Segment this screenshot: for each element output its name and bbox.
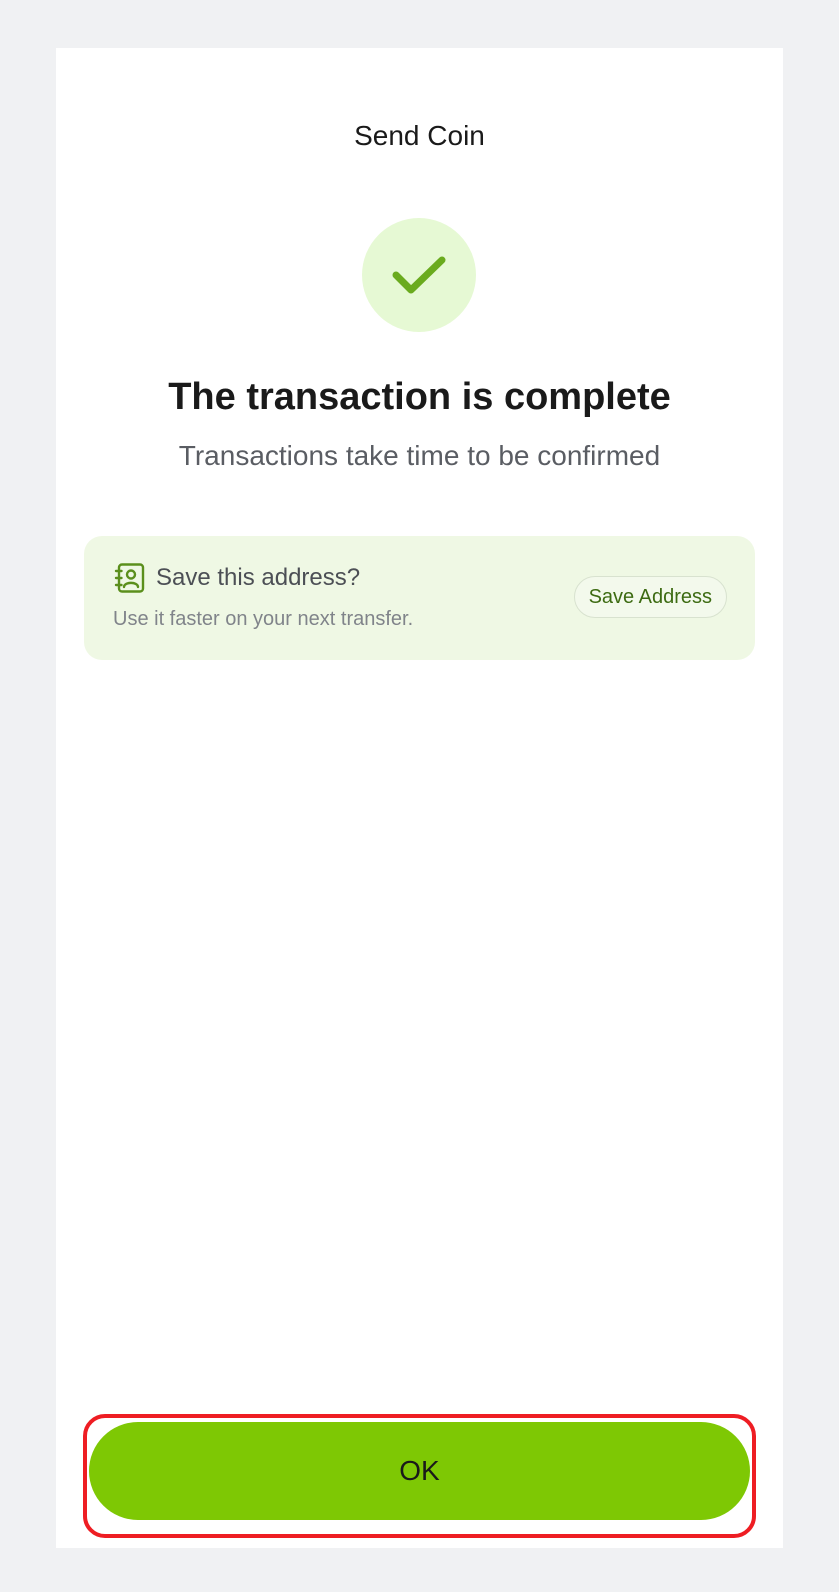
address-book-icon xyxy=(114,562,146,594)
save-address-button[interactable]: Save Address xyxy=(573,576,727,618)
status-subheading: Transactions take time to be confirmed xyxy=(178,440,661,471)
page-title: Send Coin xyxy=(354,120,485,151)
status-heading: The transaction is complete xyxy=(168,376,671,418)
save-address-card: Save this address? Use it faster on your… xyxy=(84,536,755,660)
checkmark-icon xyxy=(392,256,446,294)
send-coin-screen: Send Coin The transaction is complete Tr… xyxy=(56,48,783,1548)
success-badge xyxy=(362,218,476,332)
save-address-description: Use it faster on your next transfer. xyxy=(113,608,414,630)
ok-button[interactable]: OK xyxy=(89,1422,750,1520)
save-address-card-header: Save this address? xyxy=(114,562,360,594)
save-address-title: Save this address? xyxy=(156,564,361,591)
